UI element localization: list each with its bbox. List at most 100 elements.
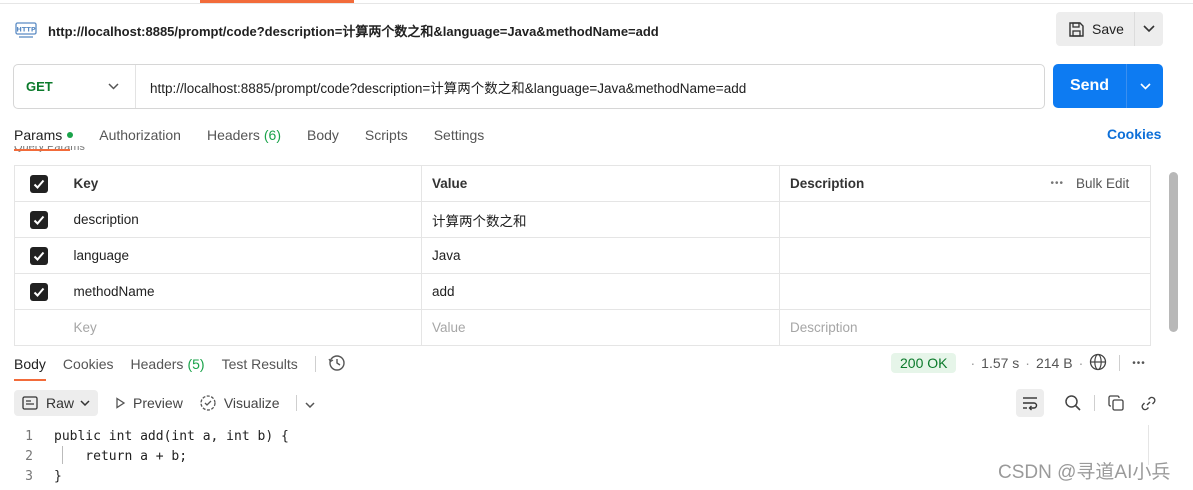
new-key-input[interactable]: Key — [63, 309, 422, 346]
save-options-button[interactable] — [1135, 12, 1163, 46]
line-number: 1 — [25, 428, 33, 444]
code-text: return a + b; — [54, 448, 188, 464]
globe-icon[interactable] — [1089, 353, 1107, 374]
tab-body-label: Body — [307, 127, 339, 143]
more-icon[interactable]: ••• — [1051, 178, 1065, 189]
response-time[interactable]: 1.57 s — [981, 355, 1019, 371]
request-title-row: HTTP http://localhost:8885/prompt/code?d… — [14, 16, 659, 44]
format-select[interactable]: Raw — [14, 390, 99, 416]
chevron-down-icon — [108, 83, 119, 90]
key-column-header: Key — [63, 165, 422, 202]
value-column-header: Value — [421, 165, 780, 202]
bulk-edit-button[interactable]: Bulk Edit — [1076, 176, 1129, 191]
row-checkbox[interactable] — [30, 282, 49, 301]
param-value[interactable]: add — [421, 273, 780, 310]
indent-guide — [62, 446, 63, 464]
response-size[interactable]: 214 B — [1036, 355, 1073, 371]
link-button[interactable] — [1137, 392, 1159, 414]
send-button-group: Send — [1053, 64, 1163, 108]
method-select[interactable]: GET — [14, 65, 136, 108]
visualize-icon — [200, 395, 216, 411]
separator-dot: · — [970, 355, 976, 371]
cookies-link[interactable]: Cookies — [1107, 126, 1161, 142]
code-text: public int add(int a, int b) { — [54, 428, 289, 444]
tab-response-headers[interactable]: Headers (5) — [131, 356, 205, 372]
tab-response-cookies-label: Cookies — [62, 356, 114, 372]
wrap-lines-button[interactable] — [1016, 389, 1044, 417]
new-param-row: Key Value Description — [14, 309, 1151, 346]
param-description[interactable] — [779, 237, 1151, 274]
param-key[interactable]: language — [63, 237, 422, 274]
response-status: 200 OK · 1.57 s · 214 B · ••• — [891, 352, 1146, 374]
play-icon — [116, 397, 126, 409]
status-badge[interactable]: 200 OK — [891, 353, 957, 373]
tab-response-headers-label: Headers — [130, 356, 184, 372]
response-tab-indicator — [14, 379, 46, 381]
headers-count: (6) — [263, 127, 281, 143]
separator-dot: · — [1025, 355, 1030, 371]
chevron-down-icon[interactable] — [305, 395, 315, 411]
code-line: 2 return a + b; — [14, 446, 289, 466]
tab-settings-label: Settings — [433, 127, 485, 143]
code-line: 3} — [14, 466, 289, 486]
format-label: Raw — [46, 395, 75, 411]
history-icon[interactable] — [328, 354, 346, 375]
preview-button[interactable]: Preview — [114, 395, 183, 411]
tab-headers[interactable]: Headers (6) — [207, 127, 281, 143]
line-number: 3 — [25, 468, 33, 484]
send-options-button[interactable] — [1127, 64, 1163, 108]
params-header-row: Key Value Description ••• Bulk Edit — [14, 165, 1151, 202]
chevron-down-icon — [1143, 25, 1155, 33]
code-line: 1 public int add(int a, int b) { — [14, 426, 289, 446]
row-checkbox-cell — [14, 273, 64, 310]
url-input[interactable]: http://localhost:8885/prompt/code?descri… — [136, 77, 746, 97]
new-description-input[interactable]: Description — [779, 309, 1151, 346]
tab-body[interactable]: Body — [307, 127, 339, 143]
table-row: methodName add — [14, 273, 1151, 310]
divider — [295, 395, 297, 411]
param-value[interactable]: 计算两个数之和 — [421, 201, 780, 238]
code-text: } — [54, 468, 62, 484]
chevron-down-icon — [1139, 82, 1151, 90]
row-checkbox[interactable] — [30, 210, 49, 229]
select-all-checkbox[interactable] — [30, 174, 49, 193]
copy-button[interactable] — [1105, 392, 1127, 414]
tab-test-results[interactable]: Test Results — [222, 356, 298, 372]
tab-params[interactable]: Params — [14, 127, 74, 143]
scrollbar[interactable] — [1169, 172, 1178, 332]
row-checkbox[interactable] — [30, 246, 49, 265]
tab-response-body[interactable]: Body — [14, 356, 46, 372]
param-key[interactable]: methodName — [63, 273, 422, 310]
visualize-button[interactable]: Visualize — [199, 394, 280, 412]
param-description[interactable] — [779, 273, 1151, 310]
param-key[interactable]: description — [63, 201, 422, 238]
param-value[interactable]: Java — [421, 237, 780, 274]
response-tools — [1016, 389, 1169, 417]
request-title[interactable]: http://localhost:8885/prompt/code?descri… — [48, 21, 659, 40]
save-icon — [1069, 21, 1084, 37]
save-button-group: Save — [1056, 12, 1163, 46]
tab-authorization[interactable]: Authorization — [99, 127, 181, 143]
preview-label: Preview — [133, 395, 183, 411]
new-value-input[interactable]: Value — [421, 309, 780, 346]
divider — [1119, 355, 1121, 371]
url-bar: GET http://localhost:8885/prompt/code?de… — [13, 64, 1045, 109]
param-description[interactable] — [779, 201, 1151, 238]
tab-test-results-label: Test Results — [221, 356, 298, 372]
tab-scripts[interactable]: Scripts — [365, 127, 408, 143]
more-icon[interactable]: ••• — [1132, 358, 1146, 369]
response-body-code[interactable]: 1 public int add(int a, int b) { 2 return… — [14, 426, 289, 486]
save-label: Save — [1092, 21, 1124, 37]
link-icon — [1141, 396, 1155, 410]
tab-response-cookies[interactable]: Cookies — [63, 356, 114, 372]
send-button[interactable]: Send — [1053, 64, 1127, 108]
response-tabs: Body Cookies Headers (5) Test Results — [14, 354, 346, 375]
search-button[interactable] — [1062, 392, 1084, 414]
params-active-dot — [67, 132, 74, 138]
tab-settings[interactable]: Settings — [434, 127, 485, 143]
watermark: CSDN @寻道AI小兵 — [998, 462, 1171, 483]
table-row: description 计算两个数之和 — [14, 201, 1151, 238]
svg-text:HTTP: HTTP — [16, 26, 35, 34]
empty-checkbox-cell — [14, 309, 64, 346]
save-button[interactable]: Save — [1056, 12, 1135, 46]
